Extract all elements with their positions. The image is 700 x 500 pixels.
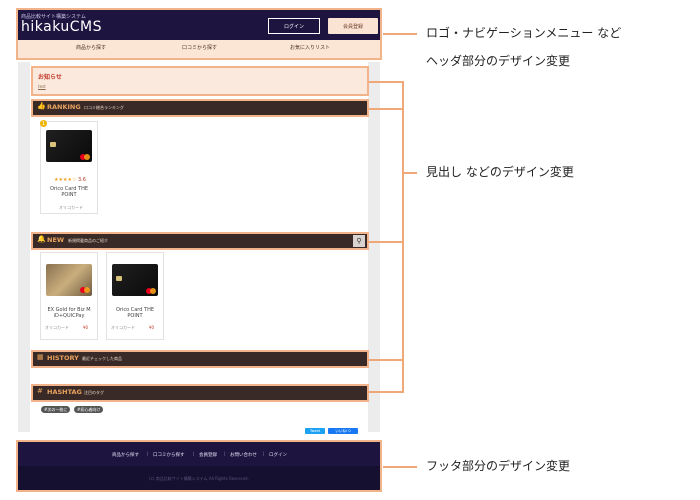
footer-separator: | xyxy=(224,452,226,457)
callout-line-history xyxy=(369,359,403,361)
callout-line-notice xyxy=(369,81,403,83)
notice-box xyxy=(31,66,369,96)
nav-item-reviews[interactable]: 口コミから探す xyxy=(182,44,217,51)
nav-item-products[interactable]: 商品から探す xyxy=(76,44,106,51)
notice-link[interactable]: test xyxy=(38,84,46,89)
footer-link-login[interactable]: ログイン xyxy=(269,452,287,458)
callout-line-heading xyxy=(403,172,417,174)
bell-icon: 🔔 xyxy=(37,235,46,243)
like-button[interactable]: いいね! 0 xyxy=(328,428,358,434)
nav-item-favorites[interactable]: お気に入りリスト xyxy=(290,44,330,51)
card-type: オリコカード xyxy=(45,325,69,330)
footer-separator: | xyxy=(193,452,195,457)
hashtag-subtitle: 注目のタグ xyxy=(84,389,104,395)
rating-stars: ★★★★☆ xyxy=(54,177,77,183)
footer-separator: | xyxy=(263,452,265,457)
footer-link-register[interactable]: 会員登録 xyxy=(199,452,217,458)
ranking-subtitle: 口コミ総合ランキング xyxy=(84,104,124,110)
rank-badge: 1 xyxy=(40,120,47,127)
fee-tag: ¥0 xyxy=(83,325,89,330)
card-name[interactable]: Orico Card THE POINT xyxy=(108,307,162,319)
mastercard-icon xyxy=(150,288,156,294)
hashtag-title: HASHTAG xyxy=(47,388,82,396)
mastercard-icon xyxy=(84,287,90,293)
rating-value: 3.6 xyxy=(78,177,86,183)
thumbs-up-icon: 👍 xyxy=(37,102,46,110)
card-type: オリコカード xyxy=(111,325,135,330)
card-chip-icon xyxy=(50,142,56,147)
ranking-title: RANKING xyxy=(47,103,81,111)
callout-bracket xyxy=(402,81,404,393)
new-subtitle: 新規掲載商品のご紹介 xyxy=(68,237,108,243)
card-name[interactable]: EX Gold for Biz M iD+QUICPay xyxy=(42,307,96,319)
hashtag-icon: # xyxy=(37,387,43,395)
footer-link-products[interactable]: 商品から探す xyxy=(112,452,139,458)
ranking-heading xyxy=(31,99,369,117)
search-icon[interactable]: ⚲ xyxy=(353,235,365,247)
hashtag-chip[interactable]: #初心者向け xyxy=(74,406,104,413)
new-title: NEW xyxy=(47,236,65,244)
callout-line-header xyxy=(383,33,417,35)
fee-tag: ¥0 xyxy=(149,325,155,330)
card-type: オリコカード xyxy=(59,205,83,210)
footer-separator: | xyxy=(147,452,149,457)
history-subtitle: 最近チェックした商品 xyxy=(82,355,122,361)
footer-link-reviews[interactable]: 口コミから探す xyxy=(153,452,185,458)
site-logo[interactable]: hikakuCMS xyxy=(21,19,102,35)
callout-line-footer xyxy=(383,466,417,468)
footer-link-contact[interactable]: お問い合わせ xyxy=(230,452,257,458)
callout-line-hashtag xyxy=(369,391,403,393)
callout-header-line1: ロゴ・ナビゲーションメニュー など xyxy=(426,26,622,40)
mastercard-icon xyxy=(84,154,90,160)
callout-header-line2: ヘッダ部分のデザイン変更 xyxy=(426,54,571,68)
copyright-text: (c) 商品比較サイト構築システム All Rights Reserved. xyxy=(149,476,249,481)
callout-heading: 見出し などのデザイン変更 xyxy=(426,165,574,179)
hashtag-chip[interactable]: #次の一枚に xyxy=(41,406,71,413)
callout-line-new xyxy=(369,241,403,243)
card-chip-icon xyxy=(116,276,122,281)
tweet-button[interactable]: Tweet xyxy=(305,428,325,434)
notice-title: お知らせ xyxy=(38,74,62,81)
card-name[interactable]: Orico Card THE POINT xyxy=(42,186,96,198)
login-button[interactable]: ログイン xyxy=(268,18,320,34)
callout-line-ranking xyxy=(369,108,403,110)
callout-footer: フッタ部分のデザイン変更 xyxy=(426,459,571,473)
history-title: HISTORY xyxy=(47,354,79,362)
calendar-icon: ▦ xyxy=(37,353,44,361)
register-button[interactable]: 会員登録 xyxy=(328,18,378,34)
main-content xyxy=(30,62,368,438)
